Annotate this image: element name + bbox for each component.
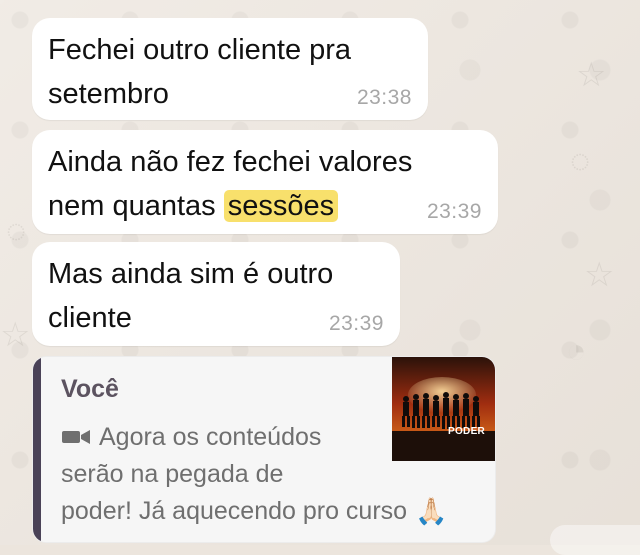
wallpaper-doodle-icon: ◌: [570, 142, 591, 180]
message-text: Mas ainda sim é outro cliente: [48, 252, 333, 340]
message-timestamp: 23:39: [328, 312, 384, 335]
message-line: nem quantas sessões: [48, 184, 412, 228]
quoted-line: poder! Já aquecendo pro curso 🙏🏻: [61, 492, 447, 529]
message-line-prefix: nem quantas: [48, 190, 224, 222]
message-timestamp: 23:38: [356, 86, 412, 109]
quoted-author: Você: [61, 375, 119, 403]
message-bubble[interactable]: Ainda não fez fechei valores nem quantas…: [32, 130, 498, 234]
message-line: Ainda não fez fechei valores: [48, 146, 413, 178]
message-line: setembro: [48, 78, 169, 110]
quoted-line-text: poder! Já aquecendo pro curso: [61, 497, 408, 526]
wallpaper-doodle-icon: ☆: [0, 316, 31, 354]
search-highlight: sessões: [223, 190, 339, 222]
message-line: cliente: [48, 302, 132, 334]
video-camera-icon: [61, 420, 91, 456]
partial-outgoing-bubble: [550, 525, 640, 555]
quoted-line-text: Agora os conteúdos: [99, 423, 322, 451]
quoted-message-card[interactable]: Você Agora os conteúdos serão na pegada …: [32, 356, 496, 543]
message-line: Fechei outro cliente pra: [48, 34, 352, 66]
message-text: Fechei outro cliente pra setembro: [48, 28, 351, 116]
message-timestamp: 23:39: [426, 200, 482, 223]
quote-accent-bar: [33, 357, 41, 542]
message-bubble[interactable]: Fechei outro cliente pra setembro 23:38: [32, 18, 428, 120]
quoted-line: serão na pegada de: [61, 460, 284, 489]
quoted-line: Agora os conteúdos: [61, 419, 391, 456]
wallpaper-doodle-icon: ◌: [6, 212, 27, 250]
message-line: Mas ainda sim é outro: [48, 258, 334, 290]
wallpaper-doodle-icon: ☆: [576, 56, 607, 94]
quoted-message-text: Agora os conteúdos serão na pegada de po…: [61, 419, 447, 529]
wallpaper-doodle-icon: ◔: [566, 332, 587, 370]
wallpaper-doodle-icon: ☆: [584, 256, 615, 294]
message-text: Ainda não fez fechei valores nem quantas…: [48, 140, 412, 228]
message-bubble[interactable]: Mas ainda sim é outro cliente 23:39: [32, 242, 400, 346]
thumbnail-title: PODER: [448, 426, 486, 437]
praying-hands-icon: 🙏🏻: [415, 496, 448, 527]
video-thumbnail[interactable]: PODER: [392, 357, 495, 461]
